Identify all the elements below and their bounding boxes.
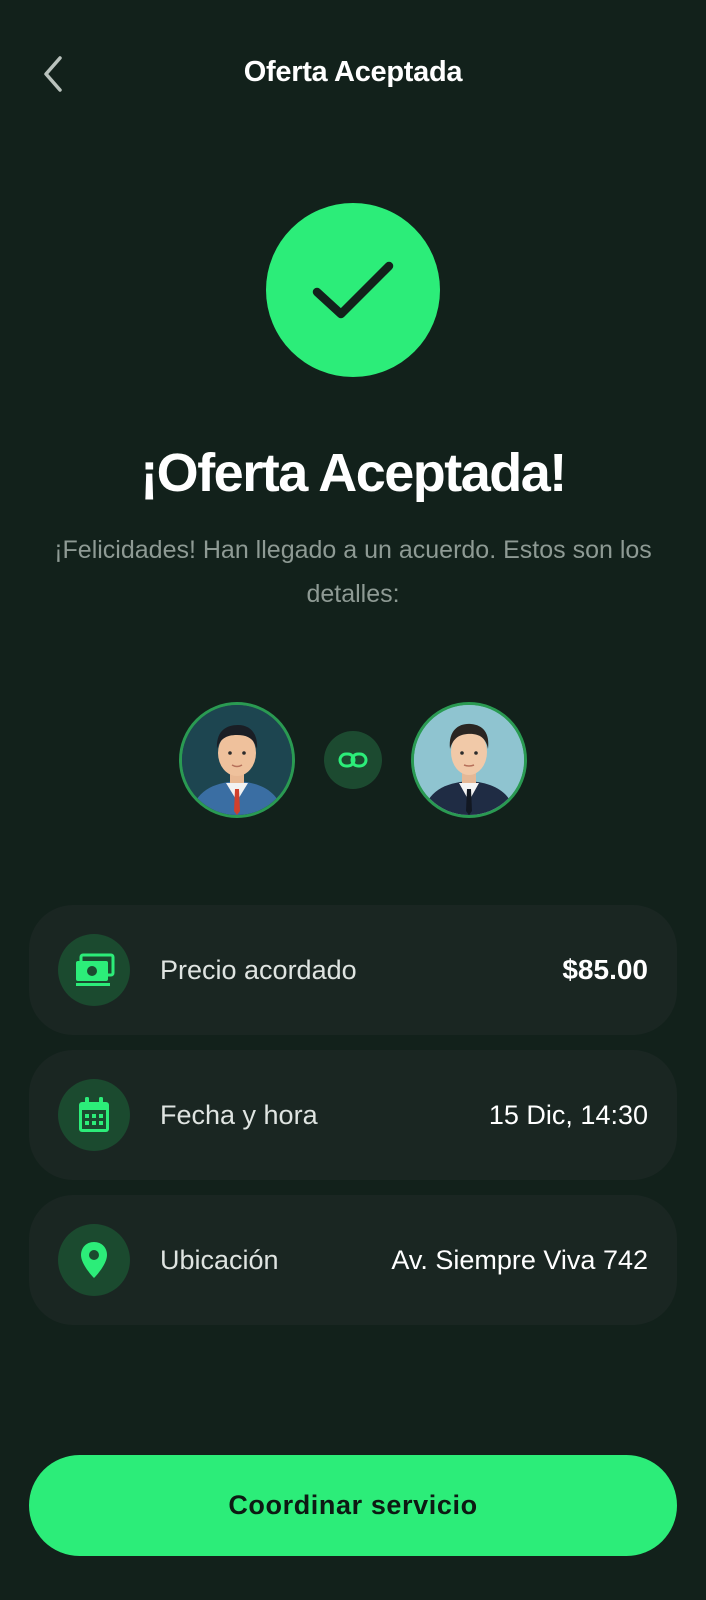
link-icon (338, 752, 368, 768)
calendar-icon-wrap (58, 1079, 130, 1151)
detail-card-datetime: Fecha y hora 15 Dic, 14:30 (29, 1050, 677, 1180)
avatar-right (411, 702, 527, 818)
location-label: Ubicación (160, 1244, 279, 1275)
top-bar: Oferta Aceptada (0, 0, 706, 144)
detail-card-location: Ubicación Av. Siempre Viva 742 (29, 1195, 677, 1325)
datetime-value: 15 Dic, 14:30 (488, 1099, 648, 1130)
price-label: Precio acordado (160, 954, 357, 985)
connection-badge (324, 731, 382, 789)
avatar-left (179, 702, 295, 818)
price-value: $85.00 (562, 954, 648, 985)
money-icon-wrap (58, 934, 130, 1006)
location-pin-icon (81, 1242, 107, 1278)
success-badge (266, 203, 440, 377)
location-icon-wrap (58, 1224, 130, 1296)
datetime-label: Fecha y hora (160, 1099, 318, 1130)
success-subtitle: ¡Felicidades! Han llegado a un acuerdo. … (54, 536, 652, 608)
money-icon (76, 953, 115, 986)
checkmark-icon (312, 261, 394, 319)
location-value: Av. Siempre Viva 742 (391, 1244, 648, 1275)
page-title: Oferta Aceptada (243, 56, 463, 88)
detail-card-price: Precio acordado $85.00 (29, 905, 677, 1035)
coordinate-service-button[interactable]: Coordinar servicio (29, 1455, 677, 1556)
calendar-icon (79, 1097, 109, 1132)
success-title: ¡Oferta Aceptada! (140, 443, 567, 503)
